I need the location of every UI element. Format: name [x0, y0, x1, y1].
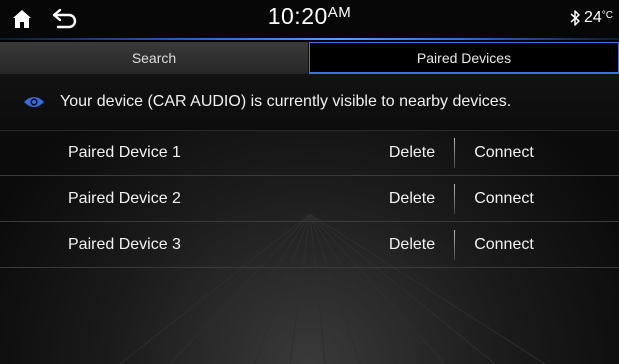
device-name: Paired Device 3: [68, 235, 181, 253]
tab-search[interactable]: Search: [0, 42, 309, 74]
device-name: Paired Device 2: [68, 189, 181, 207]
clock-ampm: AM: [327, 4, 352, 21]
connect-button[interactable]: Connect: [456, 176, 552, 222]
eye-icon: [24, 97, 44, 107]
row-divider: [454, 184, 455, 214]
device-name: Paired Device 1: [68, 143, 181, 161]
delete-button[interactable]: Delete: [372, 222, 452, 268]
clock: 10:20AM: [0, 3, 619, 30]
row-divider: [454, 138, 455, 168]
status-indicators: 24 °C: [569, 9, 613, 27]
clock-time: 10:20: [267, 3, 328, 29]
tab-bar: Search Paired Devices: [0, 42, 619, 74]
temperature-unit: °C: [601, 10, 613, 21]
visibility-notice: Your device (CAR AUDIO) is currently vis…: [0, 74, 619, 131]
delete-button[interactable]: Delete: [372, 130, 452, 176]
status-bar: 10:20AM 24 °C: [0, 0, 619, 38]
bluetooth-icon: [570, 10, 580, 26]
row-divider: [454, 230, 455, 260]
delete-button[interactable]: Delete: [372, 176, 452, 222]
tab-paired-devices[interactable]: Paired Devices: [309, 42, 619, 74]
paired-device-row: Paired Device 1 Delete Connect: [0, 130, 619, 176]
paired-device-row: Paired Device 3 Delete Connect: [0, 222, 619, 268]
status-bar-accent-line: [0, 38, 619, 40]
paired-device-row: Paired Device 2 Delete Connect: [0, 176, 619, 222]
paired-devices-panel: Your device (CAR AUDIO) is currently vis…: [0, 74, 619, 364]
connect-button[interactable]: Connect: [456, 130, 552, 176]
connect-button[interactable]: Connect: [456, 222, 552, 268]
temperature-value: 24: [583, 9, 602, 26]
visibility-notice-text: Your device (CAR AUDIO) is currently vis…: [60, 93, 512, 110]
